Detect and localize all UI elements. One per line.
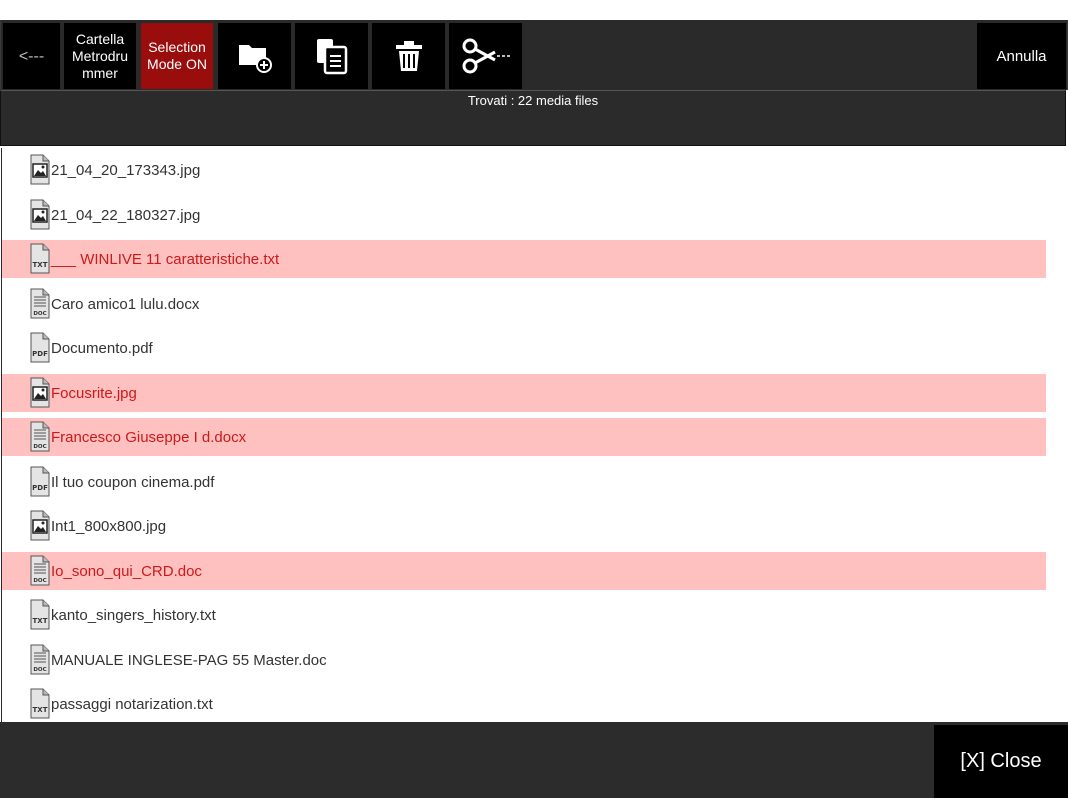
folder-button[interactable]: Cartella Metrodrummer: [64, 23, 136, 89]
copy-button[interactable]: [295, 23, 368, 89]
file-name: kanto_singers_history.txt: [51, 606, 216, 624]
file-row[interactable]: TXT passaggi notarization.txt: [2, 685, 1046, 722]
doc-file-icon: DOC: [30, 555, 50, 586]
svg-text:PDF: PDF: [32, 484, 48, 492]
file-name: ___ WINLIVE 11 caratteristiche.txt: [51, 250, 280, 268]
svg-text:TXT: TXT: [33, 617, 48, 625]
selection-mode-label: Selection Mode ON: [147, 39, 207, 72]
file-row[interactable]: TXT kanto_singers_history.txt: [2, 596, 1046, 634]
svg-text:DOC: DOC: [33, 578, 46, 584]
txt-file-icon: TXT: [30, 599, 50, 630]
image-file-icon: [30, 154, 50, 185]
scissors-icon: [462, 38, 510, 74]
file-row[interactable]: DOC Io_sono_qui_CRD.doc: [2, 552, 1046, 590]
cancel-button[interactable]: Annulla: [977, 23, 1066, 89]
new-folder-button[interactable]: [218, 23, 291, 89]
image-file-icon: [30, 377, 50, 408]
file-name: passaggi notarization.txt: [51, 695, 213, 713]
folder-label: Cartella Metrodrummer: [71, 30, 129, 81]
folder-plus-icon: [238, 45, 272, 73]
txt-file-icon: TXT: [30, 688, 50, 719]
copy-document-icon: [316, 39, 347, 75]
footer-bar: [X] Close: [0, 722, 1068, 798]
file-name: 21_04_22_180327.jpg: [51, 206, 201, 224]
image-file-icon: [30, 199, 50, 230]
file-browser-app: <--- Cartella Metrodrummer Selection Mod…: [0, 0, 1068, 800]
file-row[interactable]: PDF Il tuo coupon cinema.pdf: [2, 463, 1046, 501]
file-row[interactable]: TXT ___ WINLIVE 11 caratteristiche.txt: [2, 240, 1046, 278]
doc-file-icon: DOC: [30, 644, 50, 675]
file-name: Int1_800x800.jpg: [51, 517, 167, 535]
doc-file-icon: DOC: [30, 421, 50, 452]
svg-text:DOC: DOC: [33, 311, 46, 317]
trash-icon: [395, 41, 422, 71]
image-file-icon: [30, 510, 50, 541]
file-name: 21_04_20_173343.jpg: [51, 161, 201, 179]
file-list[interactable]: 21_04_20_173343.jpg 21_04_22_180327.jpg TX…: [1, 148, 1066, 722]
txt-file-icon: TXT: [30, 243, 50, 274]
cut-button[interactable]: [449, 23, 522, 89]
selection-mode-button[interactable]: Selection Mode ON: [141, 23, 213, 89]
pdf-file-icon: PDF: [30, 466, 50, 497]
file-row[interactable]: Int1_800x800.jpg: [2, 507, 1046, 545]
svg-text:PDF: PDF: [32, 350, 48, 358]
file-name: MANUALE INGLESE-PAG 55 Master.doc: [51, 651, 327, 669]
toolbar: <--- Cartella Metrodrummer Selection Mod…: [0, 20, 1068, 90]
file-row[interactable]: DOC Francesco Giuseppe I d.docx: [2, 418, 1046, 456]
file-row[interactable]: DOC MANUALE INGLESE-PAG 55 Master.doc: [2, 641, 1046, 679]
found-count-text: Trovati : 22 media files: [467, 93, 599, 108]
file-row[interactable]: PDF Documento.pdf: [2, 329, 1046, 367]
file-name: Focusrite.jpg: [51, 384, 137, 402]
file-name: Il tuo coupon cinema.pdf: [51, 473, 215, 491]
doc-file-icon: DOC: [30, 288, 50, 319]
file-row[interactable]: 21_04_22_180327.jpg: [2, 196, 1046, 234]
file-name: Caro amico1 lulu.docx: [51, 295, 200, 313]
info-bar: Trovati : 22 media files: [0, 90, 1066, 146]
file-row[interactable]: DOC Caro amico1 lulu.docx: [2, 285, 1046, 323]
file-row[interactable]: Focusrite.jpg: [2, 374, 1046, 412]
file-name: Io_sono_qui_CRD.doc: [51, 562, 202, 580]
svg-text:DOC: DOC: [33, 444, 46, 450]
back-button[interactable]: <---: [3, 23, 60, 89]
file-name: Documento.pdf: [51, 339, 153, 357]
close-button[interactable]: [X] Close: [934, 725, 1068, 798]
svg-text:DOC: DOC: [33, 667, 46, 673]
pdf-file-icon: PDF: [30, 332, 50, 363]
file-name: Francesco Giuseppe I d.docx: [51, 428, 247, 446]
svg-text:TXT: TXT: [33, 261, 48, 269]
file-row[interactable]: 21_04_20_173343.jpg: [2, 151, 1046, 189]
svg-text:TXT: TXT: [33, 706, 48, 714]
delete-button[interactable]: [372, 23, 445, 89]
